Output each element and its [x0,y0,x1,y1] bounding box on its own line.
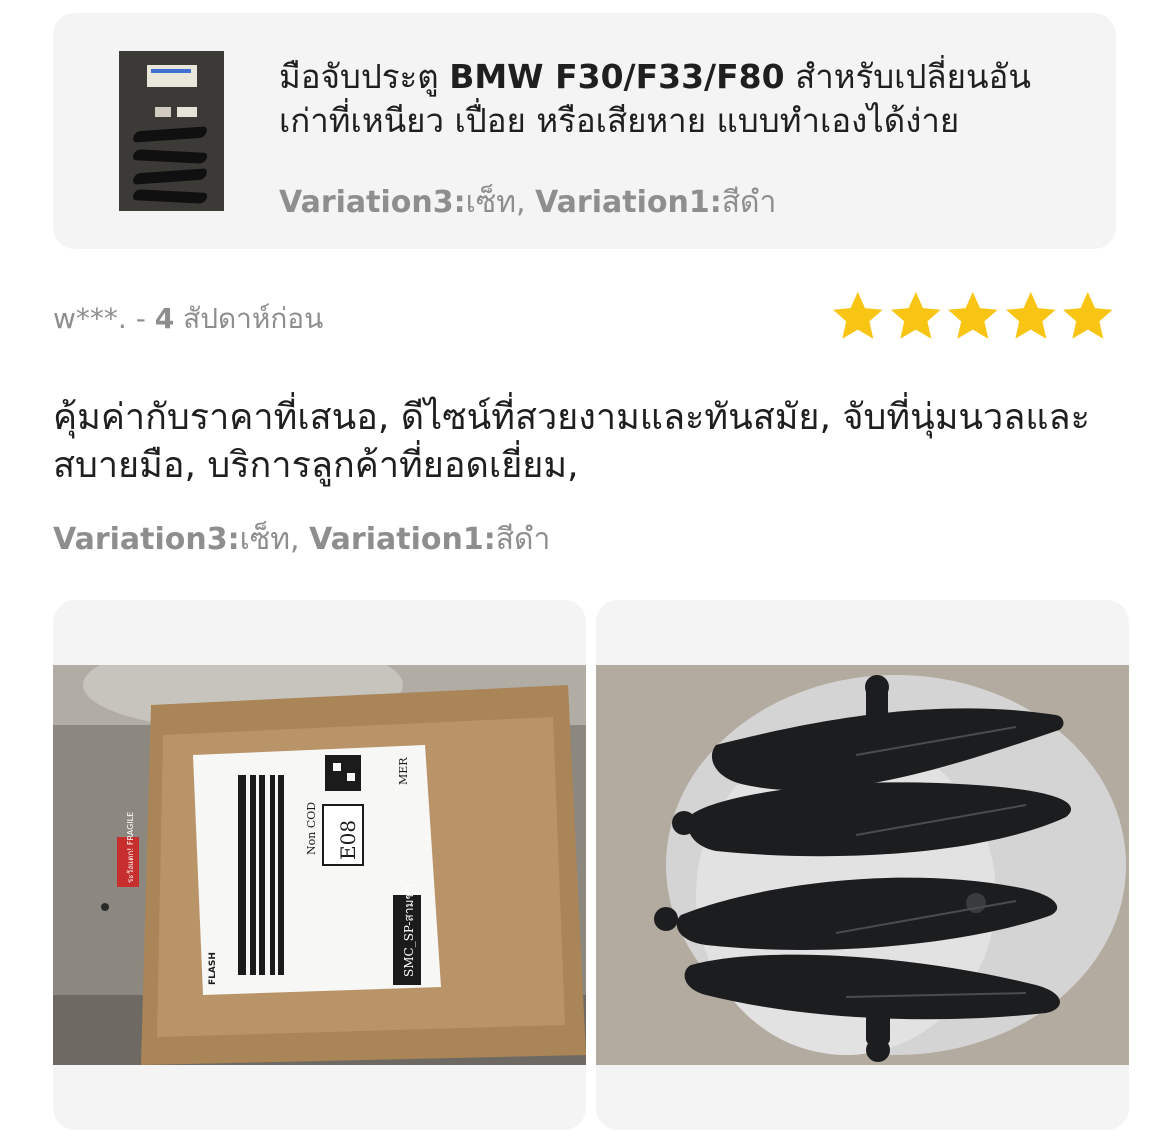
variation-label: Variation1: [535,185,722,220]
qr-code-icon [325,755,361,791]
label-text: Non COD [305,802,318,855]
variation-label: Variation3: [53,522,240,557]
star-icon [1063,291,1113,339]
product-thumbnail[interactable] [119,51,224,211]
review-variation: Variation3:เซ็ท, Variation1:สีดำ [53,516,550,563]
thumbnail-brand-label [147,65,197,87]
label-text: MER [397,757,410,785]
rating-stars [830,288,1116,344]
product-variation: Variation3:เซ็ท, Variation1:สีดำ [279,179,776,226]
variation-value: สีดำ [721,185,777,220]
review-time-unit: สัปดาห์ก่อน [174,302,324,335]
package-box-photo: E08 Non COD SMC_SP-สามชุก MER ระวังแตก! … [53,665,586,1065]
product-title[interactable]: มือจับประตู BMW F30/F33/F80 สำหรับเปลี่ย… [279,55,1079,143]
star-icon [1005,291,1056,339]
thumbnail-tag [155,107,171,117]
review-photo-package[interactable]: E08 Non COD SMC_SP-สามชุก MER ระวังแตก! … [53,600,586,1130]
handles-photo-drawing [596,665,1129,1065]
door-handle-icon [132,168,208,185]
thumbnail-tag [177,107,197,117]
variation-value: เซ็ท [239,522,290,557]
review-time-number: 4 [154,302,175,335]
reviewer-separator: - [126,302,155,335]
door-handle-icon [132,126,208,143]
label-text: E08 [336,820,360,860]
star-icon [890,291,941,339]
variation-label: Variation1: [309,522,496,557]
review-photo-handles[interactable] [596,600,1129,1130]
variation-value: สีดำ [495,522,551,557]
product-card[interactable]: มือจับประตู BMW F30/F33/F80 สำหรับเปลี่ย… [53,13,1116,249]
star-icon [833,291,883,339]
variation-value: เซ็ท [465,185,516,220]
package-photo-drawing: E08 Non COD SMC_SP-สามชุก MER ระวังแตก! … [53,665,586,1065]
variation-separator: , [290,522,310,557]
label-text: ระวังแตก! FRAGILE [126,812,135,883]
review-text: คุ้มค่ากับราคาที่เสนอ, ดีไซน์ที่สวยงามแล… [53,397,1090,486]
door-handles-photo [596,665,1129,1065]
reviewer-meta: w***. - 4 สัปดาห์ก่อน [53,297,323,341]
variation-label: Variation3: [279,185,466,220]
star-icon [948,291,998,339]
product-title-model: BMW F30/F33/F80 [449,57,785,96]
reviewer-name: w***. [53,302,127,335]
product-title-text: มือจับประตู [279,57,450,96]
door-handle-icon [132,189,208,204]
variation-separator: , [516,185,536,220]
door-handle-icon [132,149,208,164]
label-text: SMC_SP-สามชุก [402,884,417,977]
shipping-barcode [238,775,284,975]
label-text: FLASH [208,952,218,985]
